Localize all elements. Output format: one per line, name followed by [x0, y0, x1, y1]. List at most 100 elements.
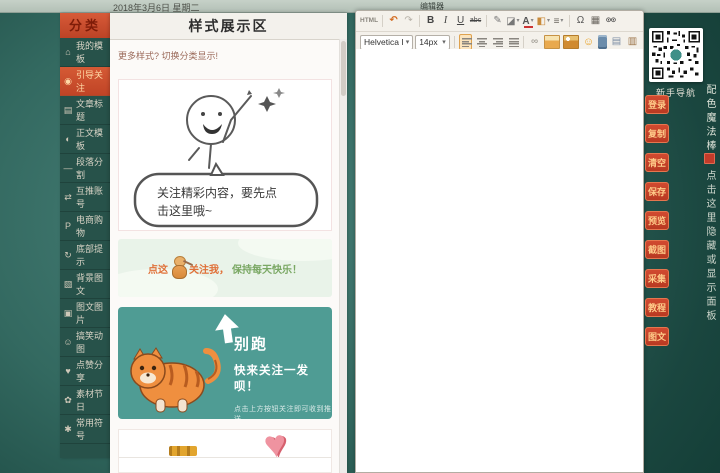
fullscreen-button[interactable]: ▥ [626, 35, 639, 49]
login-button[interactable]: 登录 [645, 95, 669, 114]
mutual-push-icon: ⇄ [63, 192, 73, 203]
sidebar-item-common-symbols[interactable]: ✱常用符号 [60, 415, 110, 444]
svg-text:关注精彩内容，要先点: 关注精彩内容，要先点 [157, 185, 277, 200]
toggle-panel-label[interactable]: 点击这里隐藏或显示面板 [702, 170, 717, 324]
preview-button[interactable]: 预览 [645, 211, 669, 230]
align-left-button[interactable] [459, 34, 473, 50]
editor-content[interactable] [356, 49, 643, 472]
sidebar-item-my-templates[interactable]: ⌂我的模板 [60, 38, 110, 67]
align-center-button[interactable] [474, 34, 488, 50]
sidebar-item-label: 点赞分享 [76, 358, 110, 384]
cartoon-character [171, 256, 186, 280]
sidebar-item-label: 文章标题 [76, 97, 110, 123]
bold-button[interactable]: B [424, 14, 437, 28]
toolbar-separator [569, 15, 570, 27]
color-magic-wand-label[interactable]: 配色魔法棒 [702, 84, 717, 154]
align-right-button[interactable] [490, 34, 504, 50]
qr-code [649, 28, 703, 82]
screenshot-button[interactable]: 截图 [645, 240, 669, 259]
save-button[interactable]: 保存 [645, 182, 669, 201]
font-size-value: 14px [419, 37, 440, 47]
sidebar-item-paragraph-divider[interactable]: —段落分割 [60, 154, 110, 183]
toolbar-row2-icons: ∞ ☺ ▤▥ [528, 35, 639, 49]
article-button[interactable]: 图文 [645, 327, 669, 346]
highlight-color-button[interactable]: ◧ [537, 14, 550, 28]
sidebar-item-footer-tip[interactable]: ↻底部提示 [60, 241, 110, 270]
sidebar-item-like-share[interactable]: ♥点赞分享 [60, 357, 110, 386]
yellow-blob-illustration [169, 446, 197, 456]
insert-image-button[interactable] [544, 35, 560, 49]
shopping-icon: P [63, 221, 73, 231]
copy-button[interactable]: 复制 [645, 124, 669, 143]
redo-button[interactable]: ↷ [402, 14, 415, 28]
sidebar-item-image-text[interactable]: ▣图文图片 [60, 299, 110, 328]
paste-word-button[interactable]: ▤ [610, 35, 623, 49]
toolbar-separator [523, 36, 524, 48]
mobile-preview-button[interactable] [598, 35, 607, 49]
font-size-select[interactable]: 14px [415, 35, 450, 50]
sidebar-item-background-image[interactable]: ▧背景图文 [60, 270, 110, 299]
font-family-select[interactable]: Helvetica I [360, 35, 413, 50]
tiger-banner-line2: 快来关注一发呗！ [234, 362, 332, 394]
more-styles-hint: 更多样式? 切换分类显示! [118, 49, 218, 62]
remove-format-button[interactable]: ◪ [506, 14, 519, 28]
template-card-mint-banner[interactable]: 点这 关注我， 保持每天快乐！ [118, 239, 332, 297]
format-painter-button[interactable]: ✎ [491, 14, 504, 28]
sidebar-item-label: 底部提示 [76, 242, 110, 268]
list-button[interactable]: ≡ [552, 14, 565, 28]
undo-button[interactable]: ↶ [387, 14, 400, 28]
style-panel: 样式展示区 更多样式? 切换分类显示! [110, 13, 347, 473]
toolbar-separator [419, 15, 420, 27]
asterisk-icon: ✱ [63, 424, 73, 435]
special-char-button[interactable]: Ω [574, 14, 587, 28]
style-panel-body[interactable]: 更多样式? 切换分类显示! [110, 39, 347, 473]
find-replace-button[interactable]: ⊙⊙ [604, 14, 617, 28]
panel-toggle-icon[interactable] [704, 153, 715, 164]
sidebar-item-ecommerce[interactable]: P电商购物 [60, 212, 110, 241]
template-card-teal-tiger[interactable]: 别跑 快来关注一发呗！ 点击上方按钮关注即可收到推送 [118, 307, 332, 419]
sidebar-item-funny-gif[interactable]: ☺搞笑动图 [60, 328, 110, 357]
italic-button[interactable]: I [439, 14, 452, 28]
sidebar-item-label: 背景图文 [76, 271, 110, 297]
tutorial-button[interactable]: 教程 [645, 298, 669, 317]
sidebar-items: ⌂我的模板◉引导关注▤文章标题◐正文模板—段落分割⇄互推账号P电商购物↻底部提示… [60, 38, 110, 444]
insert-gif-button[interactable] [563, 35, 579, 49]
toolbar-separator [454, 36, 455, 48]
toolbar-separator [382, 15, 383, 27]
emoticon-button[interactable]: ☺ [582, 35, 595, 49]
align-justify-button[interactable] [506, 34, 520, 50]
page: 2018年3月6日 星期二 编辑器 分类 ⌂我的模板◉引导关注▤文章标题◐正文模… [0, 0, 720, 473]
banner-text-mid: 关注我， [189, 261, 229, 276]
font-color-button[interactable]: A [522, 14, 535, 28]
strikethrough-button[interactable]: abc [469, 14, 482, 28]
divider-icon: — [63, 163, 73, 173]
underline-button[interactable]: U [454, 14, 467, 28]
collect-button[interactable]: 采集 [645, 269, 669, 288]
toolbar-row1: HTML ↶↷ BIUabc ✎◪A◧≡ Ω▦⊙⊙ [356, 11, 643, 32]
style-panel-scrollbar[interactable] [339, 39, 347, 473]
source-code-button[interactable]: HTML [360, 14, 378, 28]
sidebar-item-festival-material[interactable]: ✿素材节日 [60, 386, 110, 415]
table-button[interactable]: ▦ [589, 14, 602, 28]
clear-button[interactable]: 清空 [645, 153, 669, 172]
sidebar-item-label: 我的模板 [76, 39, 110, 65]
sidebar-item-guide-follow[interactable]: ◉引导关注 [60, 67, 110, 96]
follow-guide-icon: ◉ [63, 76, 73, 87]
sidebar-item-body-template[interactable]: ◐正文模板 [60, 125, 110, 154]
category-header[interactable]: 分类 [60, 13, 110, 38]
editor-panel: HTML ↶↷ BIUabc ✎◪A◧≡ Ω▦⊙⊙ Helvetica I 14px ∞… [355, 10, 644, 473]
link-button[interactable]: ∞ [528, 35, 541, 49]
font-family-value: Helvetica I [364, 37, 404, 47]
banner-text-right: 保持每天快乐！ [232, 261, 302, 276]
like-icon: ♥ [63, 366, 73, 376]
home-icon: ⌂ [63, 47, 73, 57]
article-title-icon: ▤ [63, 105, 73, 116]
sidebar-item-article-title[interactable]: ▤文章标题 [60, 96, 110, 125]
scrollbar-thumb[interactable] [341, 41, 346, 96]
template-card-partial[interactable]: ♥ [118, 429, 332, 473]
sidebar-item-label: 互推账号 [76, 184, 110, 210]
sidebar-item-mutual-push[interactable]: ⇄互推账号 [60, 183, 110, 212]
editor-toolbar: HTML ↶↷ BIUabc ✎◪A◧≡ Ω▦⊙⊙ Helvetica I 14px ∞… [356, 11, 643, 53]
template-card-stickman[interactable]: 关注精彩内容，要先点 击这里哦~ [118, 79, 332, 231]
tiger-banner-line3: 点击上方按钮关注即可收到推送 [234, 404, 332, 419]
